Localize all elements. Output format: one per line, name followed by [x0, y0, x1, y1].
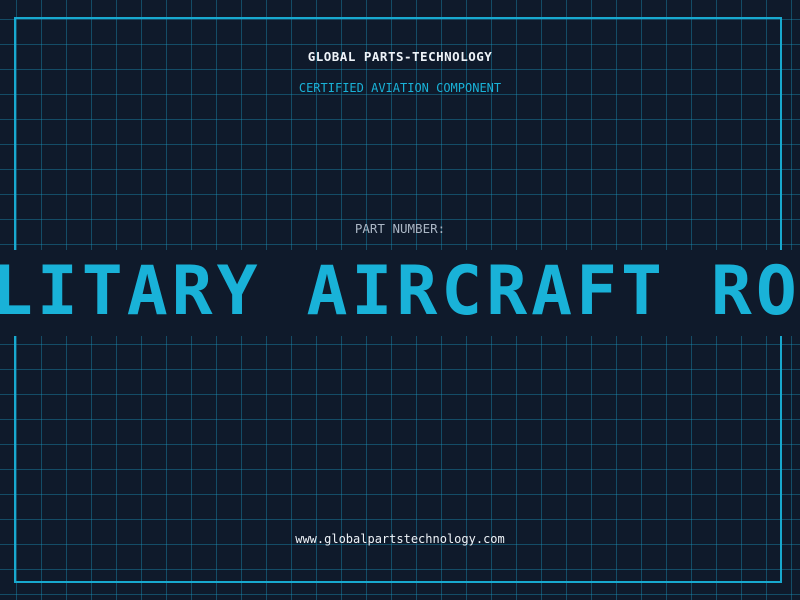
company-name: GLOBAL PARTS-TECHNOLOGY — [307, 49, 493, 64]
part-number-label: PART NUMBER: — [354, 221, 446, 236]
part-number-band: MILITARY AIRCRAFT ROUND — [0, 250, 800, 336]
certificate-canvas: GLOBAL PARTS-TECHNOLOGY CERTIFIED AVIATI… — [0, 0, 800, 600]
part-number-value: MILITARY AIRCRAFT ROUND — [0, 252, 800, 331]
website-link[interactable]: www.globalpartstechnology.com — [0, 532, 800, 546]
company-tagline: CERTIFIED AVIATION COMPONENT — [298, 81, 502, 95]
